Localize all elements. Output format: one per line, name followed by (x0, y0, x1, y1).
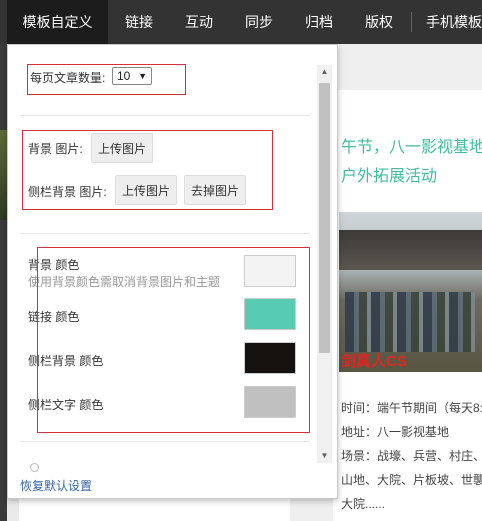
article-info-line: 大院...... (341, 497, 386, 511)
photo-players (345, 292, 475, 352)
reset-defaults-link[interactable]: 恢复默认设置 (20, 477, 92, 494)
nav-separator (411, 12, 412, 32)
posts-per-page-value: 10 (117, 69, 131, 83)
scroll-down-arrow-icon[interactable]: ▼ (317, 449, 332, 463)
tab-copyright[interactable]: 版权 (365, 0, 393, 44)
tab-template-customize[interactable]: 模板自定义 (7, 0, 108, 44)
left-edge-background (0, 44, 7, 521)
background-image-label: 背景 图片: (28, 142, 83, 156)
sidebar-background-image-label: 侧栏背景 图片: (28, 185, 107, 199)
section-divider (20, 115, 310, 116)
sidebar-text-color-label: 侧栏文字 颜色 (28, 398, 104, 412)
posts-per-page-label: 每页文章数量: (30, 71, 106, 85)
hidden-option-radio[interactable] (30, 463, 39, 472)
article-title-line-2[interactable]: 户外拓展活动 (341, 162, 437, 186)
article-photo: 剑真人CS (339, 212, 482, 372)
background-color-label: 背景 颜色 (28, 258, 80, 272)
link-color-label: 链接 颜色 (28, 310, 80, 324)
top-navigation: 模板自定义 链接 互动 同步 归档 版权 手机模板 (0, 0, 482, 44)
tab-sync[interactable]: 同步 (245, 0, 273, 44)
remove-sidebar-image-button[interactable]: 去掉图片 (184, 175, 247, 205)
sidebar-background-color-swatch[interactable] (244, 342, 296, 374)
tab-interaction[interactable]: 互动 (185, 0, 213, 44)
panel-scrollbar[interactable]: ▲ ▼ (317, 65, 332, 463)
article-title-line-1[interactable]: 午节，八一影视基地 (341, 133, 482, 157)
sidebar-background-color-label: 侧栏背景 颜色 (28, 354, 104, 368)
scrollbar-thumb[interactable] (319, 83, 330, 353)
tab-links[interactable]: 链接 (125, 0, 153, 44)
scroll-up-arrow-icon[interactable]: ▲ (317, 65, 332, 79)
tab-mobile-template[interactable]: 手机模板 (426, 0, 482, 44)
article-info-line: 山地、大院、片板坡、世襲 (341, 473, 482, 487)
article-info-line: 场景：战壕、兵营、村庄、 (341, 449, 482, 463)
photo-building (339, 230, 482, 270)
background-color-swatch[interactable] (244, 255, 296, 287)
posts-per-page-select[interactable]: 10 ▼ (112, 67, 152, 85)
article-info-line: 时间：端午节期间（每天8:0 (341, 401, 482, 415)
link-color-swatch[interactable] (244, 298, 296, 330)
sidebar-text-color-swatch[interactable] (244, 386, 296, 418)
section-divider (20, 441, 310, 442)
photo-caption: 剑真人CS (341, 353, 407, 370)
caret-down-icon: ▼ (138, 71, 147, 81)
tab-archive[interactable]: 归档 (305, 0, 333, 44)
section-divider (20, 233, 310, 234)
left-edge-image (0, 130, 7, 220)
upload-sidebar-image-button[interactable]: 上传图片 (115, 175, 178, 205)
template-customize-panel: 每页文章数量: 10 ▼ 背景 图片: 上传图片 侧栏背景 图片: 上传图片 去… (7, 44, 338, 499)
article-info-line: 地址：八一影视基地 (341, 425, 450, 439)
upload-background-image-button[interactable]: 上传图片 (91, 133, 154, 163)
background-color-hint: 使用背景颜色需取消背景图片和主题 (28, 275, 221, 289)
